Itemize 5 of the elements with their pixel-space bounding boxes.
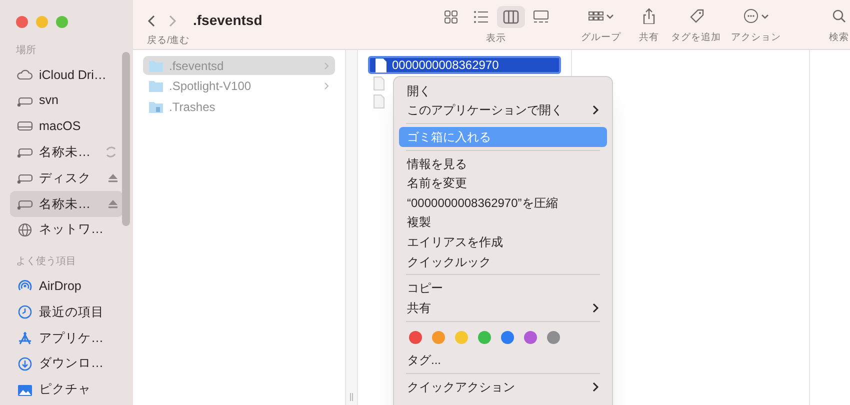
- section-header: 場所: [15, 44, 37, 58]
- toolbar-label: 表示: [486, 32, 506, 46]
- nav-label: 戻る/進む: [147, 34, 191, 48]
- window-title: .fseventsd: [193, 11, 262, 30]
- section-header: よく使う項目: [15, 254, 77, 269]
